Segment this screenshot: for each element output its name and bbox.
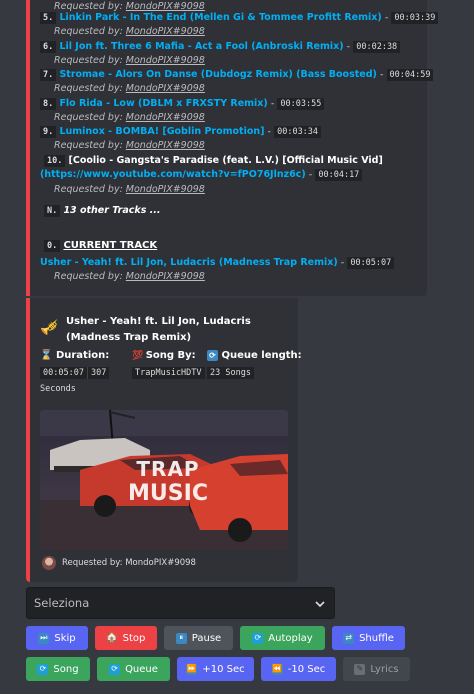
queue-item: 7. Stromae - Alors On Danse (Dubdogz Rem…	[40, 68, 434, 82]
queue-item-link[interactable]: Lil Jon ft. Three 6 Mafia - Act a Fool (…	[59, 41, 343, 52]
requested-by-line: Requested by: MondoPIX#9098	[54, 271, 205, 282]
thumbnail-logo-top: TRAP	[136, 457, 199, 481]
queue-item-duration: 00:04:17	[315, 169, 363, 181]
repeat-icon: ⟳	[252, 632, 264, 644]
now-playing-title: Usher - Yeah! ft. Lil Jon, Ludacris (Mad…	[66, 316, 251, 343]
queue-item-number: 8.	[40, 98, 57, 110]
queue-item: 6. Lil Jon ft. Three 6 Mafia - Act a Foo…	[40, 40, 401, 54]
queue-item-link[interactable]: Stromae - Alors On Danse (Dubdogz Remix)…	[59, 69, 376, 80]
pause-icon: ⏸	[175, 632, 187, 644]
now-playing-embed: 🎺 Usher - Yeah! ft. Lil Jon, Ludacris (M…	[26, 298, 302, 582]
song-by-field-label: 💯 Song By:	[132, 350, 196, 361]
queue-length-field-value: 23 Songs	[207, 367, 254, 379]
select-placeholder: Seleziona	[34, 596, 90, 610]
shuffle-icon: ⇄	[343, 632, 355, 644]
current-track-heading: 0. CURRENT TRACK	[44, 239, 157, 253]
hourglass-icon: ⌛	[40, 350, 53, 361]
rewind-10-button[interactable]: ⏪ -10 Sec	[261, 657, 336, 681]
requested-by-line: Requested by: MondoPIX#9098	[54, 112, 205, 123]
shuffle-button[interactable]: ⇄ Shuffle	[332, 626, 405, 650]
queue-item-link[interactable]: Linkin Park - In The End (Mellen Gi & To…	[59, 12, 381, 23]
duration-field-label: ⌛ Duration:	[40, 350, 110, 361]
requested-by-line: Requested by: MondoPIX#9098	[54, 140, 205, 151]
current-track-link[interactable]: Usher - Yeah! ft. Lil Jon, Ludacris (Mad…	[40, 257, 338, 268]
requested-by-line: Requested by: MondoPIX#9098	[54, 184, 205, 195]
thumbnail-image: TRAP MUSIC	[40, 410, 288, 550]
queue-item-continued: (https://www.youtube.com/watch?v=fPO76Jl…	[40, 168, 363, 182]
queue-embed: Requested by: MondoPIX#9098 5. Linkin Pa…	[26, 0, 439, 296]
queue-button[interactable]: ⟳ Queue	[97, 657, 170, 681]
song-button[interactable]: ⟳ Song	[26, 657, 90, 681]
requested-by-line: Requested by: MondoPIX#9098	[54, 26, 205, 37]
current-track-item: Usher - Yeah! ft. Lil Jon, Ludacris (Mad…	[40, 256, 395, 270]
trumpet-icon: 🎺	[40, 318, 59, 336]
queue-length-field-label: ⟳ Queue length:	[207, 350, 302, 361]
queue-item-duration: 00:03:39	[391, 12, 439, 24]
queue-item-link[interactable]: (https://www.youtube.com/watch?v=fPO76Jl…	[40, 169, 306, 180]
requested-by-line: Requested by: MondoPIX#9098	[54, 55, 205, 66]
thumbnail-logo-bottom: MUSIC	[128, 481, 208, 506]
queue-item-title: [Coolio - Gangsta's Paradise (feat. L.V.…	[68, 155, 383, 166]
queue-item-duration: 00:03:34	[274, 126, 322, 138]
forward-10-button[interactable]: ⏩ +10 Sec	[177, 657, 254, 681]
repeat-icon: ⟳	[109, 663, 121, 675]
queue-item-number: 7.	[40, 69, 57, 81]
queue-item-duration: 00:03:55	[277, 98, 325, 110]
repeat-one-icon: ⟳	[37, 663, 49, 675]
queue-item-number: 10.	[44, 155, 66, 167]
lyrics-button[interactable]: ✎ Lyrics	[343, 657, 410, 681]
requested-by-line: Requested by: MondoPIX#9098	[54, 83, 205, 94]
queue-item-link[interactable]: Luminox - BOMBA! [Goblin Promotion]	[59, 126, 264, 137]
queue-item: 9. Luminox - BOMBA! [Goblin Promotion] -…	[40, 125, 322, 139]
fast-forward-icon: ⏩	[186, 663, 198, 675]
memo-icon: ✎	[354, 663, 366, 675]
home-icon: 🏠	[105, 632, 119, 643]
queue-item-duration: 00:02:38	[353, 41, 401, 53]
queue-item-number: 5.	[40, 12, 57, 24]
skip-icon: ⏭	[38, 632, 50, 644]
hundred-points-icon: 💯	[132, 351, 143, 361]
pause-button[interactable]: ⏸ Pause	[164, 626, 233, 650]
avatar	[42, 556, 56, 570]
queue-item-number: 9.	[40, 126, 57, 138]
autoplay-button[interactable]: ⟳ Autoplay	[240, 626, 325, 650]
track-thumbnail[interactable]: TRAP MUSIC	[40, 410, 288, 550]
select-menu[interactable]: Seleziona	[26, 587, 335, 619]
duration-unit: Seconds	[40, 384, 76, 394]
other-tracks-line: N. 13 other Tracks ...	[44, 204, 161, 218]
stop-button[interactable]: 🏠 Stop	[95, 626, 157, 650]
repeat-icon: ⟳	[207, 350, 218, 361]
queue-item: 8. Flo Rida - Low (DBLM x FRXSTY Remix) …	[40, 97, 325, 111]
queue-item-duration: 00:04:59	[386, 69, 434, 81]
duration-field-value: 00:05:07 307	[40, 367, 110, 379]
queue-item-number: 6.	[40, 41, 57, 53]
embed-footer: Requested by: MondoPIX#9098	[42, 556, 196, 570]
skip-button[interactable]: ⏭ Skip	[26, 626, 88, 650]
song-by-field-value: TrapMusicHDTV	[132, 367, 205, 379]
queue-item: 5. Linkin Park - In The End (Mellen Gi &…	[40, 11, 439, 25]
current-track-duration: 00:05:07	[347, 257, 395, 269]
rewind-icon: ⏪	[271, 663, 283, 675]
chevron-down-icon	[315, 601, 325, 608]
queue-item: 10. [Coolio - Gangsta's Paradise (feat. …	[44, 154, 383, 168]
queue-item-link[interactable]: Flo Rida - Low (DBLM x FRXSTY Remix)	[59, 98, 267, 109]
